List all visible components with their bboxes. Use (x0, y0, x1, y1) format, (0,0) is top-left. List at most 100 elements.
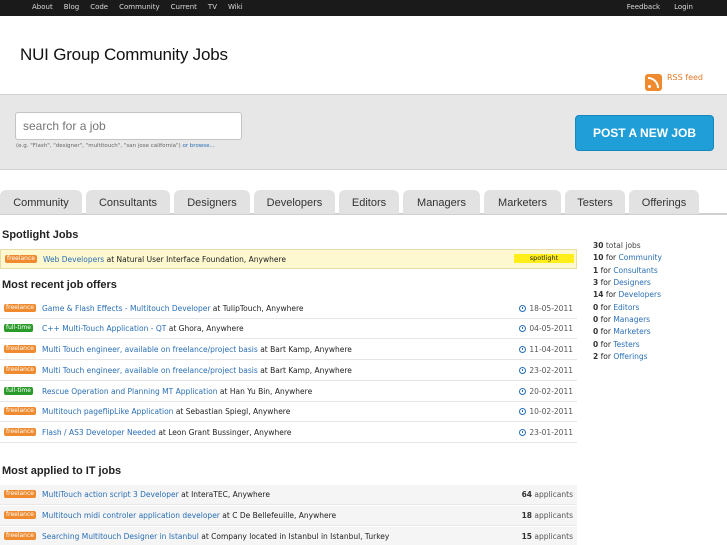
tab-community[interactable]: Community (0, 190, 82, 214)
clock-icon (519, 305, 527, 312)
sidebar-link[interactable]: Developers (619, 290, 661, 299)
job-count-sidebar: 30 total jobs 10 for Community 1 for Con… (593, 240, 662, 363)
job-company: Company located in Istanbul in Istanbul,… (211, 532, 390, 541)
site-title[interactable]: NUI Group Community Jobs (20, 45, 228, 65)
sidebar-link[interactable]: Managers (613, 315, 650, 324)
sidebar-for: for (600, 315, 611, 325)
sidebar-count: 0 (593, 315, 599, 325)
sidebar-for: for (600, 265, 611, 275)
job-type-badge: freelance (4, 490, 36, 498)
job-at: at (260, 345, 268, 354)
job-text: Multitouch midi controler application de… (42, 511, 336, 520)
nav-link-about[interactable]: About (32, 3, 53, 11)
sidebar-count: 0 (593, 339, 599, 349)
category-tabs: Community Consultants Designers Develope… (0, 190, 727, 215)
job-title-link[interactable]: MultiTouch action script 3 Developer (42, 490, 179, 499)
job-title-link[interactable]: Rescue Operation and Planning MT Applica… (42, 387, 218, 396)
tab-offerings[interactable]: Offerings (629, 190, 699, 214)
applicant-number: 18 (521, 511, 532, 520)
applied-title: Most applied to IT jobs (2, 465, 122, 477)
job-type-badge: freelance (4, 532, 36, 540)
sidebar-link[interactable]: Offerings (613, 352, 647, 361)
search-input[interactable] (15, 112, 242, 140)
nav-link-blog[interactable]: Blog (64, 3, 79, 11)
applied-job-row[interactable]: freelance Multitouch midi controler appl… (0, 506, 577, 526)
sidebar-link[interactable]: Marketers (613, 327, 650, 336)
login-link[interactable]: Login (674, 3, 693, 11)
sidebar-item-editors: 0 for Editors (593, 302, 662, 314)
rss-feed-link[interactable]: RSS feed (645, 73, 703, 91)
job-title-link[interactable]: Searching Multitouch Designer in Istanbu… (42, 532, 199, 541)
nav-link-wiki[interactable]: Wiki (228, 3, 243, 11)
job-text: Flash / AS3 Developer Needed at Leon Gra… (42, 428, 291, 437)
sidebar-for: for (600, 327, 611, 337)
job-title-link[interactable]: Game & Flash Effects - Multitouch Develo… (42, 304, 210, 313)
clock-icon (519, 388, 527, 395)
applied-job-row[interactable]: freelance Searching Multitouch Designer … (0, 527, 577, 545)
browse-link[interactable]: or browse... (182, 143, 214, 149)
recent-job-row[interactable]: freelance Multi Touch engineer, availabl… (0, 340, 577, 360)
job-date: 23-02-2011 (519, 366, 573, 375)
job-company: C De Bellefeuille, Anywhere (232, 511, 337, 520)
spotlight-tag: spotlight (514, 254, 574, 263)
sidebar-for: for (600, 339, 611, 349)
recent-job-row[interactable]: freelance Game & Flash Effects - Multito… (0, 299, 577, 319)
tab-designers[interactable]: Designers (174, 190, 250, 214)
job-at: at (181, 490, 189, 499)
job-title-link[interactable]: Flash / AS3 Developer Needed (42, 428, 156, 437)
job-title-link[interactable]: Web Developers (43, 255, 104, 264)
sidebar-link[interactable]: Designers (613, 278, 651, 287)
nav-link-current[interactable]: Current (171, 3, 197, 11)
sidebar-item-consultants: 1 for Consultants (593, 265, 662, 277)
job-date-text: 11-04-2011 (529, 345, 573, 354)
recent-title: Most recent job offers (2, 279, 117, 291)
tab-managers[interactable]: Managers (403, 190, 480, 214)
applied-job-row[interactable]: freelance MultiTouch action script 3 Dev… (0, 485, 577, 505)
applicant-count: 18 applicants (522, 511, 573, 520)
job-type-badge: freelance (4, 366, 36, 374)
tab-developers[interactable]: Developers (254, 190, 335, 214)
tab-marketers[interactable]: Marketers (484, 190, 561, 214)
job-title-link[interactable]: Multitouch midi controler application de… (42, 511, 220, 520)
sidebar-link[interactable]: Community (619, 253, 662, 262)
job-at: at (175, 407, 184, 416)
recent-job-row[interactable]: full-time Rescue Operation and Planning … (0, 382, 577, 402)
applicant-suffix: applicants (534, 511, 573, 520)
recent-job-row[interactable]: full-time C++ Multi-Touch Application - … (0, 319, 577, 339)
job-title-link[interactable]: Multi Touch engineer, available on freel… (42, 345, 258, 354)
job-title-link[interactable]: Multi Touch engineer, available on freel… (42, 366, 258, 375)
job-type-badge: freelance (4, 511, 36, 519)
feedback-link[interactable]: Feedback (627, 3, 660, 11)
sidebar-for: for (600, 352, 611, 362)
job-title-link[interactable]: C++ Multi-Touch Application - QT (42, 324, 166, 333)
job-text: C++ Multi-Touch Application - QT at Ghor… (42, 324, 244, 333)
applicant-count: 64 applicants (522, 490, 573, 499)
post-new-job-button[interactable]: POST A NEW JOB (575, 115, 714, 151)
job-title-link[interactable]: Multitouch pageflipLike Application (42, 407, 173, 416)
nav-link-code[interactable]: Code (90, 3, 108, 11)
rss-icon[interactable] (645, 74, 662, 91)
job-date: 20-02-2011 (519, 387, 573, 396)
tab-consultants[interactable]: Consultants (86, 190, 170, 214)
sidebar-count: 3 (593, 278, 599, 288)
sidebar-link[interactable]: Editors (613, 303, 639, 312)
sidebar-link[interactable]: Testers (613, 340, 639, 349)
job-at: at (158, 428, 166, 437)
recent-job-row[interactable]: freelance Multitouch pageflipLike Applic… (0, 402, 577, 422)
job-at: at (222, 511, 230, 520)
job-type-badge: freelance (4, 428, 36, 436)
nav-link-community[interactable]: Community (119, 3, 160, 11)
rss-label[interactable]: RSS feed (667, 73, 703, 82)
job-at: at (106, 255, 115, 264)
sidebar-item-offerings: 2 for Offerings (593, 351, 662, 363)
recent-job-row[interactable]: freelance Multi Touch engineer, availabl… (0, 361, 577, 381)
recent-job-row[interactable]: freelance Flash / AS3 Developer Needed a… (0, 423, 577, 443)
spotlight-job-row[interactable]: freelance Web Developers at Natural User… (0, 249, 577, 269)
sidebar-link[interactable]: Consultants (613, 266, 657, 275)
tab-testers[interactable]: Testers (565, 190, 625, 214)
tab-editors[interactable]: Editors (339, 190, 399, 214)
sidebar-count: 14 (593, 290, 604, 300)
sidebar-item-testers: 0 for Testers (593, 339, 662, 351)
nav-link-tv[interactable]: TV (208, 3, 217, 11)
sidebar-for: for (605, 290, 617, 300)
